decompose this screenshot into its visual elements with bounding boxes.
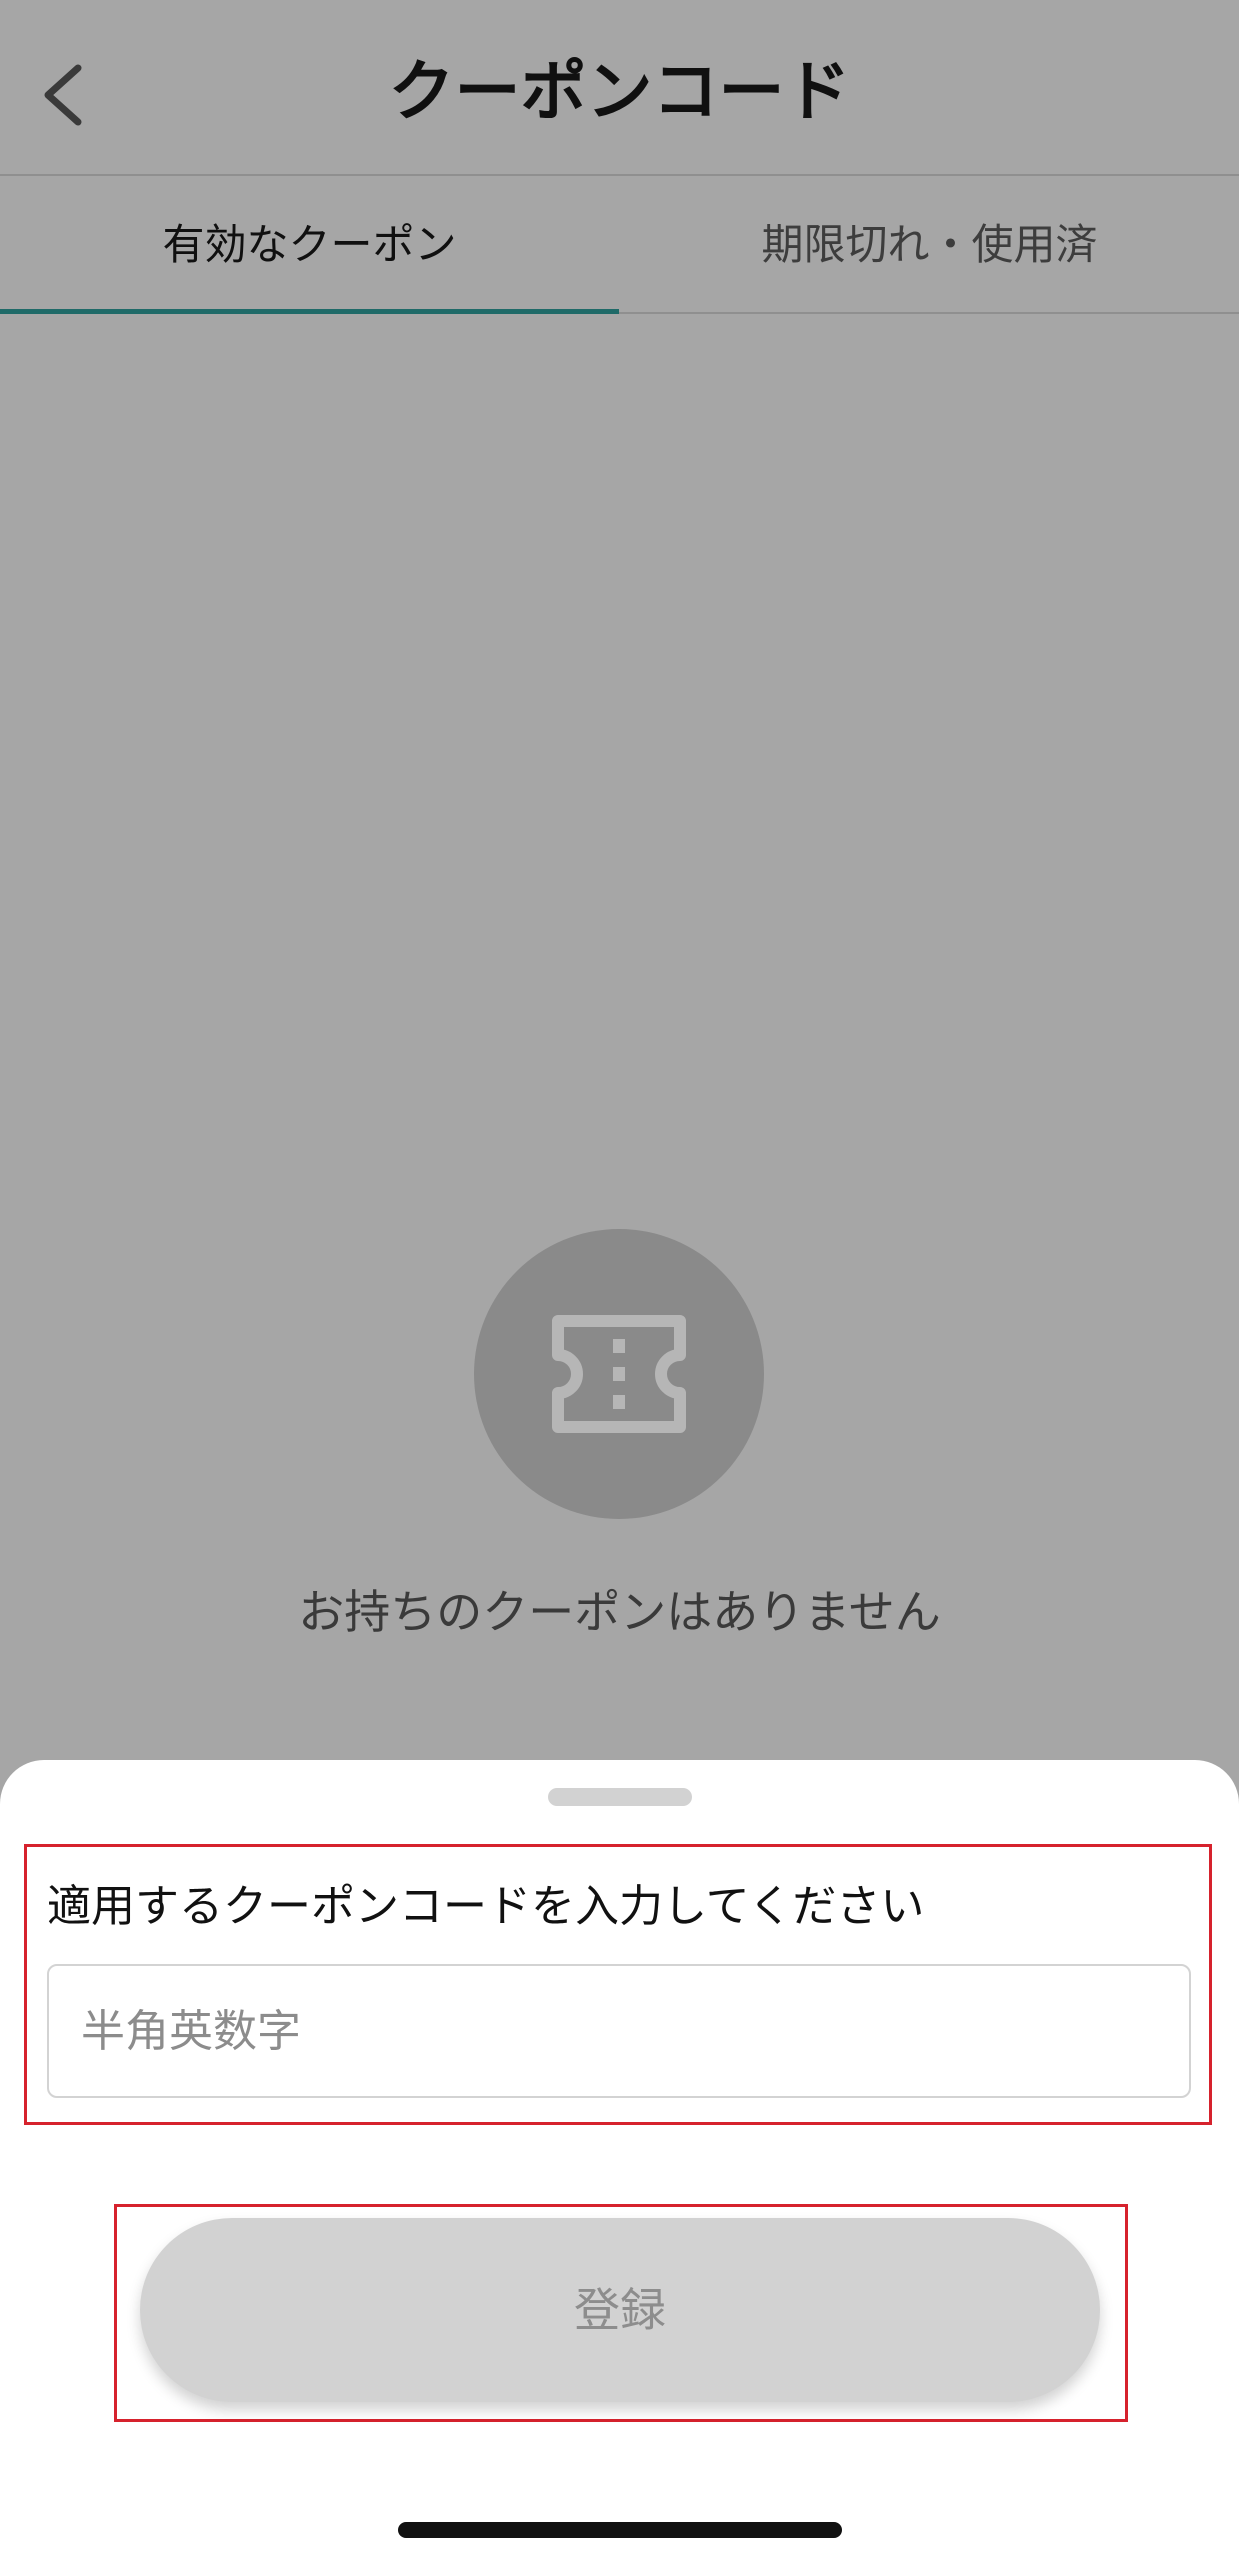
tab-indicator bbox=[0, 309, 619, 314]
home-indicator bbox=[398, 2522, 842, 2538]
app-header: クーポンコード bbox=[0, 0, 1239, 176]
empty-state-message: お持ちのクーポンはありません bbox=[298, 1585, 941, 1639]
tab-expired-used[interactable]: 期限切れ・使用済 bbox=[620, 176, 1239, 312]
coupon-code-input[interactable] bbox=[47, 1964, 1191, 2098]
page-title: クーポンコード bbox=[388, 53, 851, 130]
sheet-grabber[interactable] bbox=[548, 1788, 692, 1806]
coupon-code-sheet: 適用するクーポンコードを入力してください 登録 bbox=[0, 1760, 1239, 2560]
coupon-code-label: 適用するクーポンコードを入力してください bbox=[47, 1881, 925, 1932]
register-button[interactable]: 登録 bbox=[140, 2218, 1100, 2402]
ticket-icon bbox=[552, 1315, 686, 1433]
empty-state-badge bbox=[474, 1229, 764, 1519]
coupon-tabs: 有効なクーポン 期限切れ・使用済 bbox=[0, 176, 1239, 314]
tab-active-coupons[interactable]: 有効なクーポン bbox=[0, 176, 619, 312]
